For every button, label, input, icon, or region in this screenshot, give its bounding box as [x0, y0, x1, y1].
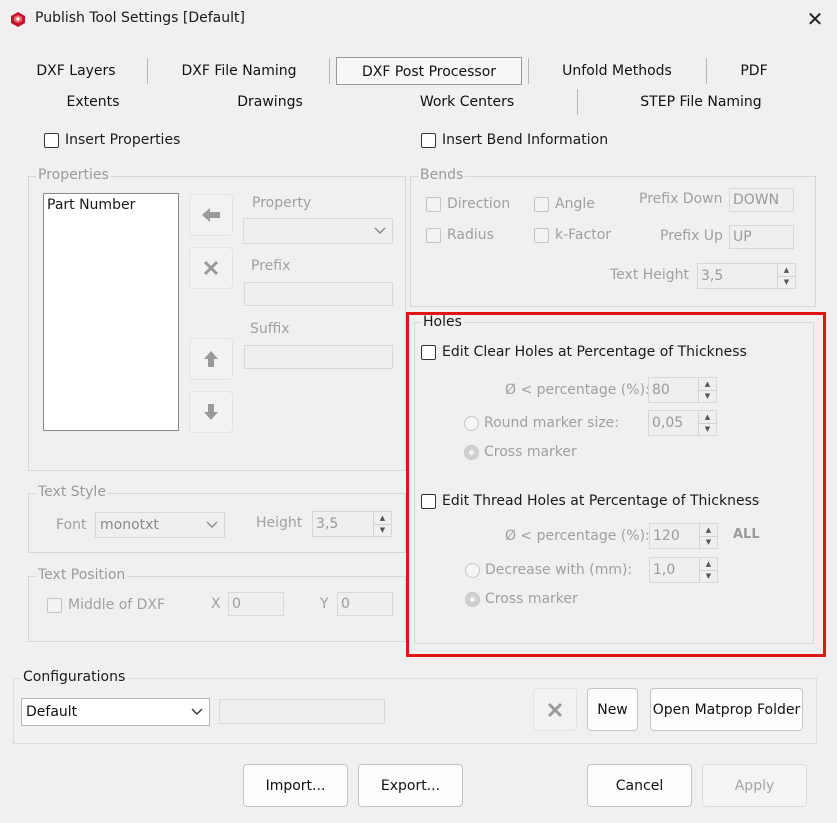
insert-properties-checkbox[interactable]: Insert Properties — [44, 132, 180, 148]
radius-checkbox[interactable]: Radius — [426, 227, 494, 243]
text-style-height-value: 3,5 — [316, 516, 339, 532]
tab-separator — [706, 58, 707, 84]
configuration-name-input[interactable] — [219, 699, 385, 724]
suffix-input[interactable] — [244, 345, 393, 369]
text-position-title: Text Position — [36, 567, 128, 583]
tab-separator — [528, 58, 529, 84]
tab-dxf-layers[interactable]: DXF Layers — [24, 57, 128, 85]
tab-separator — [147, 58, 148, 84]
kfactor-checkbox[interactable]: k-Factor — [534, 227, 611, 243]
text-height-value: 3,5 — [701, 268, 724, 284]
insert-bend-information-checkbox[interactable]: Insert Bend Information — [421, 132, 608, 148]
y-input[interactable]: 0 — [337, 592, 393, 616]
property-label: Property — [252, 195, 312, 211]
prefix-label: Prefix — [251, 258, 291, 274]
direction-label: Direction — [447, 196, 511, 212]
prefix-up-input[interactable]: UP — [729, 225, 794, 249]
new-configuration-button[interactable]: New — [587, 688, 638, 731]
move-up-button[interactable] — [189, 338, 233, 380]
prefix-down-input[interactable]: DOWN — [729, 188, 794, 212]
tab-extents[interactable]: Extents — [52, 88, 134, 116]
prefix-up-label: Prefix Up — [660, 228, 723, 244]
bends-title: Bends — [418, 167, 466, 183]
tab-separator — [329, 58, 330, 84]
list-item[interactable]: Part Number — [44, 194, 178, 216]
chevron-down-icon — [374, 227, 386, 234]
checkbox-box — [426, 227, 441, 243]
insert-bend-information-label: Insert Bend Information — [442, 132, 609, 148]
property-dropdown[interactable] — [243, 218, 393, 244]
tab-unfold-methods[interactable]: Unfold Methods — [548, 57, 686, 85]
spin-down-icon[interactable]: ▼ — [374, 523, 391, 537]
tab-dxf-file-naming[interactable]: DXF File Naming — [170, 57, 308, 85]
tab-step-file-naming[interactable]: STEP File Naming — [630, 88, 772, 116]
arrow-up-icon — [204, 351, 218, 367]
app-icon — [9, 10, 27, 28]
checkbox-box — [534, 196, 549, 212]
chevron-down-icon — [191, 708, 203, 715]
x-label: X — [211, 596, 221, 612]
text-style-height-stepper[interactable]: 3,5 ▲ ▼ — [312, 511, 392, 537]
cancel-button[interactable]: Cancel — [587, 764, 692, 807]
import-button[interactable]: Import... — [243, 764, 348, 807]
move-down-button[interactable] — [189, 391, 233, 433]
delete-configuration-button[interactable] — [533, 688, 577, 731]
text-style-title: Text Style — [36, 484, 108, 500]
checkbox-box — [421, 132, 436, 148]
add-property-button[interactable] — [189, 194, 233, 236]
angle-label: Angle — [555, 196, 595, 212]
open-matprop-folder-button[interactable]: Open Matprop Folder — [650, 688, 803, 731]
arrow-left-icon — [202, 208, 220, 222]
tab-drawings[interactable]: Drawings — [222, 88, 318, 116]
middle-of-dxf-checkbox[interactable]: Middle of DXF — [47, 597, 165, 613]
x-input[interactable]: 0 — [228, 592, 284, 616]
prefix-down-label: Prefix Down — [639, 191, 723, 207]
spin-buttons[interactable]: ▲ ▼ — [777, 264, 795, 288]
close-icon[interactable]: ✕ — [800, 4, 830, 34]
configurations-title: Configurations — [21, 669, 128, 685]
tab-dxf-post-processor[interactable]: DXF Post Processor — [336, 57, 522, 85]
height-label: Height — [256, 515, 303, 531]
arrow-down-icon — [204, 404, 218, 420]
checkbox-box — [534, 227, 549, 243]
apply-button[interactable]: Apply — [702, 764, 807, 807]
text-height-stepper[interactable]: 3,5 ▲ ▼ — [697, 263, 796, 289]
suffix-label: Suffix — [250, 321, 290, 337]
font-label: Font — [56, 517, 87, 533]
close-x-icon — [547, 702, 563, 717]
tab-separator — [577, 89, 578, 115]
font-dropdown[interactable]: monotxt — [95, 512, 225, 538]
properties-title: Properties — [36, 167, 111, 183]
checkbox-box — [426, 196, 441, 212]
radius-label: Radius — [447, 227, 494, 243]
insert-properties-label: Insert Properties — [65, 132, 181, 148]
properties-list[interactable]: Part Number — [43, 193, 179, 431]
remove-property-button[interactable] — [189, 247, 233, 289]
tab-pdf[interactable]: PDF — [724, 57, 784, 85]
direction-checkbox[interactable]: Direction — [426, 196, 510, 212]
font-dropdown-value: monotxt — [100, 517, 159, 533]
checkbox-box — [44, 132, 59, 148]
tab-work-centers[interactable]: Work Centers — [405, 88, 529, 116]
spin-buttons[interactable]: ▲ ▼ — [373, 512, 391, 536]
checkbox-box — [47, 597, 62, 613]
chevron-down-icon — [206, 521, 218, 528]
spin-up-icon[interactable]: ▲ — [778, 264, 795, 276]
configuration-dropdown[interactable]: Default — [21, 698, 210, 726]
kfactor-label: k-Factor — [555, 227, 612, 243]
prefix-input[interactable] — [244, 282, 393, 306]
spin-up-icon[interactable]: ▲ — [374, 512, 391, 524]
export-button[interactable]: Export... — [358, 764, 463, 807]
spin-down-icon[interactable]: ▼ — [778, 275, 795, 289]
highlight-rectangle — [406, 312, 826, 657]
angle-checkbox[interactable]: Angle — [534, 196, 595, 212]
y-label: Y — [320, 596, 329, 612]
configuration-value: Default — [26, 704, 78, 720]
text-height-label: Text Height — [610, 267, 690, 283]
middle-of-dxf-label: Middle of DXF — [68, 597, 166, 613]
close-x-icon — [203, 260, 219, 276]
window-title: Publish Tool Settings [Default] — [35, 10, 245, 26]
